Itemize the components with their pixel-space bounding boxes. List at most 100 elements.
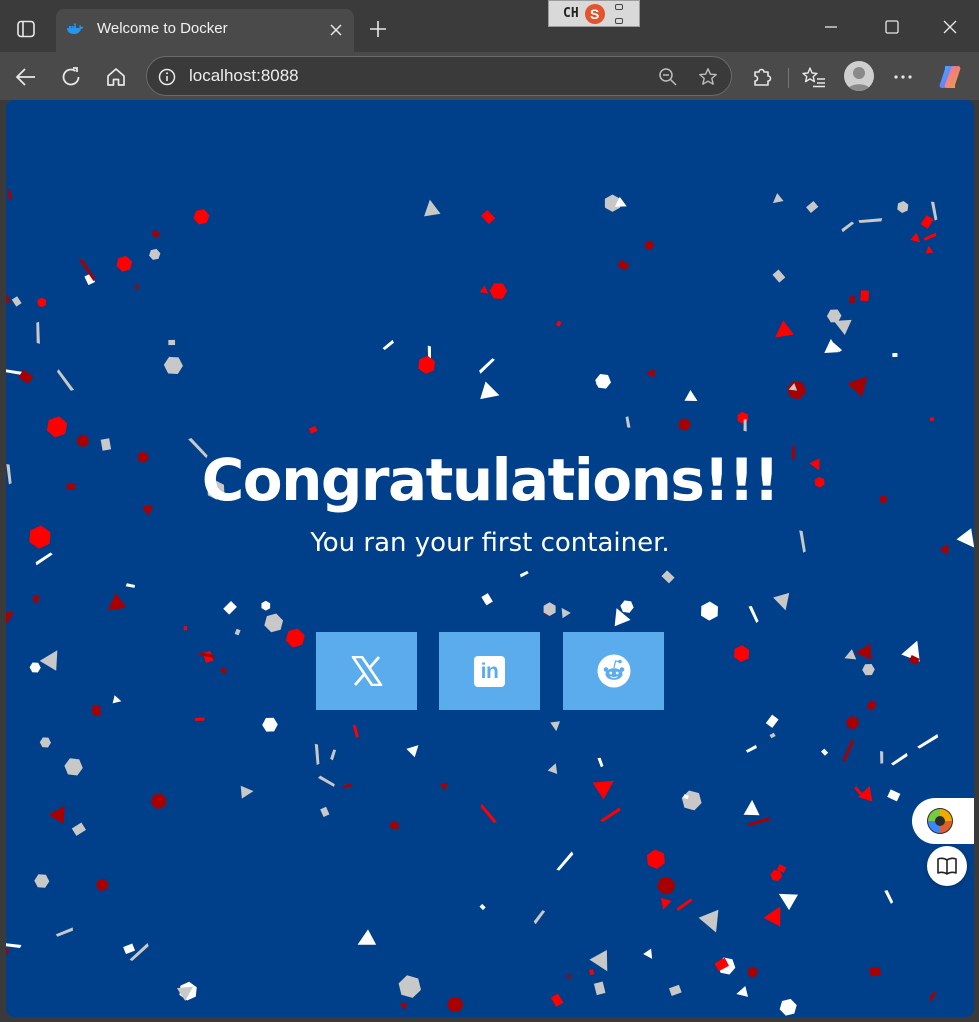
refresh-icon xyxy=(62,67,80,86)
confetti-piece xyxy=(481,593,493,606)
confetti-piece xyxy=(734,645,750,663)
share-linkedin-button[interactable]: in xyxy=(439,632,540,710)
confetti-piece xyxy=(357,929,377,945)
confetti-piece xyxy=(763,906,781,927)
back-button[interactable] xyxy=(11,62,41,92)
tab-close-button[interactable] xyxy=(326,20,346,40)
confetti-piece xyxy=(556,851,574,871)
refresh-button[interactable] xyxy=(56,62,86,92)
confetti-piece xyxy=(625,416,631,428)
maximize-icon xyxy=(885,20,899,34)
confetti-piece xyxy=(29,662,41,673)
home-icon xyxy=(107,68,125,86)
site-info-button[interactable] xyxy=(157,67,177,87)
confetti-piece xyxy=(661,570,675,584)
reddit-logo-icon xyxy=(597,654,630,688)
confetti-piece xyxy=(923,232,937,241)
confetti-piece xyxy=(550,721,561,732)
confetti-piece xyxy=(910,232,921,243)
confetti-piece xyxy=(183,625,188,631)
confetti-piece xyxy=(668,984,682,997)
zoom-button[interactable] xyxy=(656,65,680,89)
confetti-piece xyxy=(821,748,829,756)
confetti-piece xyxy=(479,285,489,294)
tab-actions-button[interactable] xyxy=(10,14,42,44)
share-x-button[interactable] xyxy=(316,632,417,710)
confetti-piece xyxy=(547,763,558,774)
confetti-piece xyxy=(223,600,237,615)
active-tab[interactable]: Welcome to Docker xyxy=(56,9,354,52)
profile-avatar[interactable] xyxy=(844,61,874,91)
sidebar-app-button[interactable] xyxy=(912,798,974,844)
settings-more-button[interactable] xyxy=(888,62,918,92)
confetti-piece xyxy=(262,717,278,732)
confetti-piece xyxy=(150,793,167,810)
person-icon xyxy=(847,67,871,91)
confetti-piece xyxy=(826,309,842,323)
browser-toolbar: localhost:8088 xyxy=(0,52,979,100)
favorites-button[interactable] xyxy=(799,62,829,92)
confetti-piece xyxy=(561,607,571,619)
confetti-piece xyxy=(646,849,665,869)
copilot-button[interactable] xyxy=(935,62,965,92)
address-bar[interactable]: localhost:8088 xyxy=(146,56,732,96)
close-icon xyxy=(330,24,342,36)
confetti-piece xyxy=(745,744,757,753)
confetti-piece xyxy=(866,699,878,712)
confetti-piece xyxy=(645,368,656,379)
tab-strip: Welcome to Docker CH S xyxy=(0,0,979,52)
confetti-piece xyxy=(479,903,486,911)
confetti-piece xyxy=(592,780,614,800)
minimize-button[interactable] xyxy=(813,12,849,42)
confetti-piece xyxy=(643,948,653,959)
confetti-piece xyxy=(261,600,271,611)
confetti-piece xyxy=(862,663,875,676)
confetti-piece xyxy=(168,339,176,346)
copilot-icon xyxy=(939,66,961,88)
confetti-piece xyxy=(314,743,320,765)
page-viewport: Congratulations!!! You ran your first co… xyxy=(6,100,974,1017)
favorite-button[interactable] xyxy=(696,65,720,89)
back-arrow-icon xyxy=(15,68,35,86)
confetti-piece xyxy=(46,416,68,438)
confetti-piece xyxy=(887,789,901,802)
confetti-piece xyxy=(849,295,856,304)
new-tab-button[interactable] xyxy=(364,16,392,42)
confetti-piece xyxy=(264,613,284,633)
share-reddit-button[interactable] xyxy=(563,632,664,710)
home-button[interactable] xyxy=(101,62,131,92)
confetti-piece xyxy=(418,355,436,374)
confetti-piece xyxy=(36,321,40,344)
app-circle-icon xyxy=(927,808,953,834)
close-window-button[interactable] xyxy=(932,12,968,42)
confetti-piece xyxy=(107,593,127,611)
confetti-piece xyxy=(880,750,884,764)
maximize-button[interactable] xyxy=(874,12,910,42)
confetti-piece xyxy=(779,998,797,1016)
confetti-piece xyxy=(125,583,135,588)
confetti-piece xyxy=(847,376,868,398)
confetti-piece xyxy=(481,209,496,225)
zoom-out-icon xyxy=(659,68,677,86)
book-icon xyxy=(937,857,957,875)
confetti-piece xyxy=(352,725,359,738)
confetti-piece xyxy=(676,898,693,912)
confetti-piece xyxy=(91,704,102,717)
extensions-button[interactable] xyxy=(747,62,777,92)
confetti-piece xyxy=(860,290,870,302)
confetti-piece xyxy=(769,732,776,739)
url-text[interactable]: localhost:8088 xyxy=(189,66,299,86)
confetti-piece xyxy=(194,717,205,721)
info-icon xyxy=(158,68,176,86)
ime-indicator[interactable]: CH S xyxy=(548,0,640,27)
confetti-piece xyxy=(163,356,183,374)
confetti-piece xyxy=(317,775,335,787)
confetti-piece xyxy=(747,966,758,978)
more-dots-icon xyxy=(894,75,912,79)
confetti-piece xyxy=(597,757,604,768)
reading-view-button[interactable] xyxy=(927,846,967,886)
confetti-piece xyxy=(342,782,352,789)
tab-title: Welcome to Docker xyxy=(97,20,228,37)
confetti-piece xyxy=(32,594,40,604)
confetti-piece xyxy=(390,821,399,830)
